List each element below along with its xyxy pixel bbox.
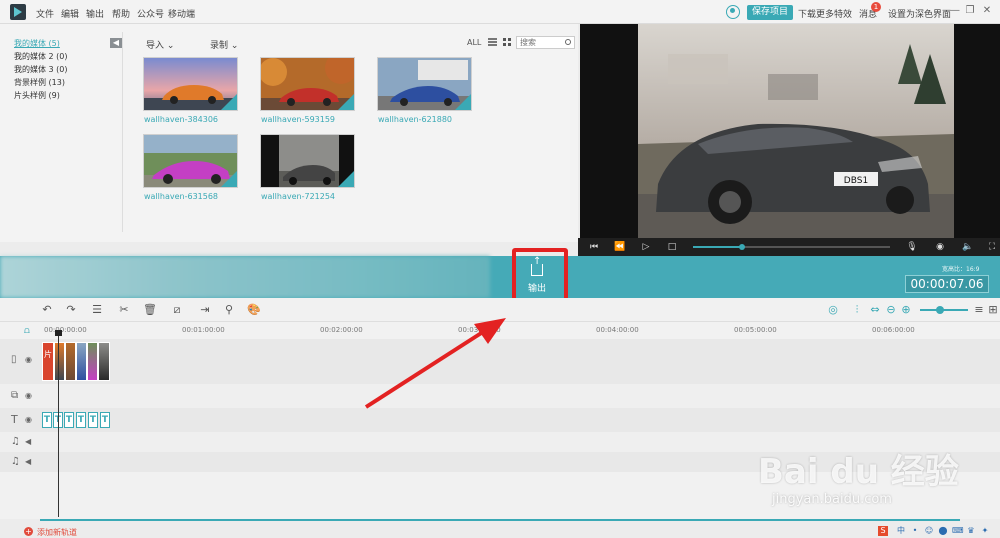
emoji-icon[interactable]: ☺: [924, 526, 934, 536]
ime-chinese-icon[interactable]: 中: [896, 526, 906, 536]
watermark-url: jingyan.baidu.com: [772, 492, 892, 507]
system-tray: S 中 • ☺ ⬤ ⌨ ♛ ✦: [872, 526, 1000, 538]
keyboard-icon[interactable]: ⌨: [952, 526, 964, 536]
skin-icon[interactable]: ♛: [966, 526, 976, 536]
ime-s-icon[interactable]: S: [878, 526, 888, 536]
video-editor-window: 文件 编辑 输出 帮助 公众号 移动端 保存项目 下载更多特效 消息 1 设置为…: [0, 0, 1000, 538]
tools-icon[interactable]: ✦: [980, 526, 990, 536]
microphone-tray-icon[interactable]: ⬤: [938, 526, 948, 536]
baidu-watermark: Bai du 经验: [758, 452, 959, 492]
punctuation-icon[interactable]: •: [910, 526, 920, 536]
